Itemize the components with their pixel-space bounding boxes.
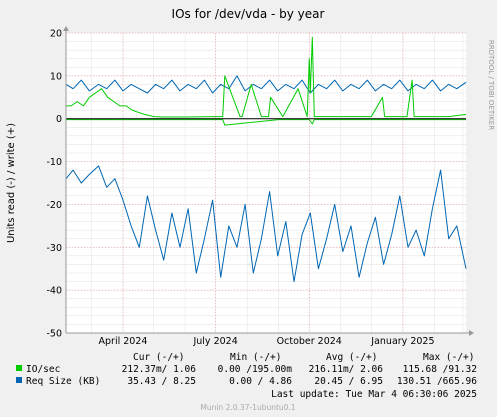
y-tick-label: -20 <box>46 200 62 211</box>
legend-cur-io: 212.37m/ 1.06 <box>122 364 197 375</box>
legend-max-req: 130.51 /665.96 <box>397 376 477 387</box>
last-update: Last update: Tue Mar 4 06:30:06 2025 <box>271 389 477 400</box>
x-tick-label: April 2024 <box>99 336 148 347</box>
legend-name-req: Req Size (KB) <box>26 376 100 387</box>
legend-avg-req: 20.45 / 6.95 <box>314 376 383 387</box>
y-axis-arrow <box>63 26 69 31</box>
chart-title: IOs for /dev/vda - by year <box>172 7 325 21</box>
legend-min-req: 0.00 / 4.86 <box>229 376 292 387</box>
legend-header-min: Min (-/+) <box>230 352 281 363</box>
x-axis-arrow <box>469 330 474 336</box>
x-tick-label: October 2024 <box>277 336 342 347</box>
legend-swatch-io <box>16 365 22 371</box>
plot-area <box>66 33 466 333</box>
legend-header-max: Max (-/+) <box>423 352 474 363</box>
y-tick-label: 20 <box>50 29 62 40</box>
munin-graph: 20 10 0 -10 -20 -30 -40 -50 April 2024 July 2024 O… <box>0 0 497 417</box>
y-tick-label: -50 <box>46 329 62 340</box>
chart-svg: 20 10 0 -10 -20 -30 -40 -50 April 2024 July 2024 O… <box>6 7 495 412</box>
y-axis-label: Units read (-) / write (+) <box>6 123 17 243</box>
y-tick-label: 10 <box>50 71 62 82</box>
legend-name-io: IO/sec <box>26 364 60 375</box>
footer-version: Munin 2.0.37-1ubuntu0.1 <box>200 403 295 412</box>
legend-min-io: 0.00 /195.00m <box>218 364 293 375</box>
x-tick-label: January 2025 <box>370 336 434 347</box>
side-label: RRDTOOL / TOBI OETIKER <box>487 40 495 130</box>
y-tick-label: -30 <box>46 243 62 254</box>
legend-max-io: 115.68 /91.32 <box>403 364 477 375</box>
legend-cur-req: 35.43 / 8.25 <box>127 376 196 387</box>
legend-swatch-req <box>16 377 22 383</box>
y-tick-label: -10 <box>46 157 62 168</box>
y-tick-label: -40 <box>46 286 62 297</box>
legend-header-avg: Avg (-/+) <box>326 352 377 363</box>
legend-avg-io: 216.11m/ 2.06 <box>309 364 384 375</box>
x-tick-label: July 2024 <box>192 336 237 347</box>
legend-header-cur: Cur (-/+) <box>133 352 184 363</box>
y-tick-label: 0 <box>56 114 62 125</box>
